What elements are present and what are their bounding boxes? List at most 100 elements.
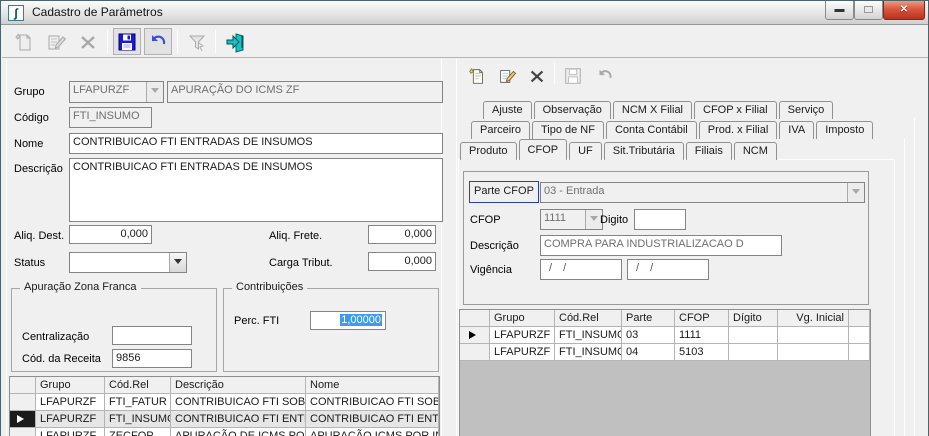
centralizacao-field[interactable] <box>112 326 192 345</box>
cell-vg-inicial[interactable] <box>778 327 849 344</box>
perc-fti-field[interactable]: 1,00000 <box>310 311 386 330</box>
undo-icon <box>152 34 166 44</box>
delete-button[interactable] <box>74 28 102 55</box>
title-bar[interactable]: ∫ Cadastro de Parâmetros ▬ ✕ <box>1 1 928 25</box>
cell-partial[interactable] <box>849 327 870 344</box>
undo-button[interactable] <box>144 28 172 55</box>
cell-digito[interactable] <box>729 344 778 361</box>
tab-prod-x-filial[interactable]: Prod. x Filial <box>698 121 778 139</box>
edit-button[interactable] <box>42 28 70 55</box>
column-header-vg-inicial[interactable]: Vg. Inicial <box>778 310 849 327</box>
cell-grupo[interactable]: LFAPURZF <box>490 327 555 344</box>
cell-cod-rel[interactable]: FTI_FATUR <box>105 394 171 411</box>
chevron-down-icon[interactable] <box>169 253 186 272</box>
column-header-parte[interactable]: Parte <box>622 310 675 327</box>
detail-delete-button[interactable] <box>524 63 550 88</box>
new-button[interactable] <box>10 28 38 55</box>
cell-digito[interactable] <box>729 327 778 344</box>
cell-descricao[interactable]: CONTRIBUICAO FTI ENTR <box>171 411 306 428</box>
column-header-digito[interactable]: Dígito <box>729 310 778 327</box>
tab-tipo-de-nf[interactable]: Tipo de NF <box>531 121 604 139</box>
cell-cfop[interactable]: 5103 <box>675 344 729 361</box>
detail-edit-button[interactable] <box>494 63 520 88</box>
cell-vg-inicial[interactable] <box>778 344 849 361</box>
tab-cfop[interactable]: CFOP <box>518 139 568 160</box>
vigencia-inicio-field[interactable]: / / <box>540 259 622 280</box>
cell-cod-rel[interactable]: FTI_INSUMC <box>555 344 622 361</box>
tab-observacao[interactable]: Observação <box>533 101 611 119</box>
table-row-selected[interactable]: LFAPURZF FTI_INSUMC CONTRIBUICAO FTI ENT… <box>10 411 439 428</box>
column-header-nome[interactable]: Nome <box>306 377 439 394</box>
chevron-down-icon[interactable] <box>847 183 864 202</box>
row-selector-icon <box>460 327 490 344</box>
cfop-combo[interactable]: 1111 <box>540 209 603 230</box>
vigencia-fim-field[interactable]: / / <box>627 259 709 280</box>
nome-field[interactable]: CONTRIBUICAO FTI ENTRADAS DE INSUMOS <box>69 133 443 154</box>
tab-cfop-x-filial[interactable]: CFOP x Filial <box>694 101 777 119</box>
filter-button[interactable] <box>183 28 211 55</box>
cell-nome[interactable]: CONTRIBUICAO FTI ENTR <box>306 411 439 428</box>
chevron-down-icon[interactable] <box>146 82 163 102</box>
maximize-button[interactable] <box>854 1 883 20</box>
table-row-selected[interactable]: LFAPURZF FTI_INSUMC 03 1111 <box>460 327 870 344</box>
exit-button[interactable] <box>221 28 249 55</box>
edit-icon <box>500 69 517 83</box>
tab-parceiro[interactable]: Parceiro <box>471 121 530 139</box>
tab-ncm-x-filial[interactable]: NCM X Filial <box>612 101 693 119</box>
cell-cod-rel[interactable]: FTI_INSUMC <box>105 411 171 428</box>
cell-grupo[interactable]: LFAPURZF <box>490 344 555 361</box>
column-header-descricao[interactable]: Descrição <box>171 377 306 394</box>
cell-grupo[interactable]: LFAPURZF <box>36 394 105 411</box>
cell-partial[interactable] <box>849 344 870 361</box>
cell-grupo[interactable]: LFAPURZF <box>36 428 105 436</box>
column-header-grupo[interactable]: Grupo <box>490 310 555 327</box>
tab-ncm[interactable]: NCM <box>733 142 777 160</box>
detail-descricao-field[interactable]: COMPRA PARA INDUSTRIALIZACAO D <box>540 235 782 256</box>
detail-new-button[interactable] <box>464 63 490 88</box>
status-combo[interactable] <box>69 252 187 273</box>
carga-tribut-field[interactable]: 0,000 <box>368 252 436 271</box>
aliq-frete-field[interactable]: 0,000 <box>368 225 436 244</box>
detail-undo-button[interactable] <box>592 63 618 88</box>
table-row[interactable]: LFAPURZF ZECFOP APURAÇÃO DE ICMS POR APU… <box>10 428 439 436</box>
parte-cfop-label: Parte CFOP <box>469 181 539 203</box>
aliq-dest-field[interactable]: 0,000 <box>69 225 152 244</box>
cell-grupo[interactable]: LFAPURZF <box>36 411 105 428</box>
column-header-grupo[interactable]: Grupo <box>36 377 105 394</box>
cell-cfop[interactable]: 1111 <box>675 327 729 344</box>
tab-produto[interactable]: Produto <box>460 142 517 160</box>
cell-nome[interactable]: APURAÇÃO ICMS POR INC <box>306 428 439 436</box>
tab-filiais[interactable]: Filiais <box>685 142 732 160</box>
minimize-button[interactable]: ▬ <box>825 1 854 20</box>
cell-cod-rel[interactable]: ZECFOP <box>105 428 171 436</box>
digito-field[interactable] <box>634 209 686 230</box>
tab-imposto[interactable]: Imposto <box>816 121 874 139</box>
close-button[interactable]: ✕ <box>883 1 925 20</box>
cell-descricao[interactable]: APURAÇÃO DE ICMS POR <box>171 428 306 436</box>
table-row[interactable]: LFAPURZF FTI_INSUMC 04 5103 <box>460 344 870 361</box>
tab-ajuste[interactable]: Ajuste <box>483 101 532 119</box>
codigo-label: Código <box>14 112 49 124</box>
parte-cfop-combo[interactable]: 03 - Entrada <box>540 182 865 203</box>
column-header-cod-rel[interactable]: Cód.Rel <box>555 310 622 327</box>
tab-conta-contabil[interactable]: Conta Contábil <box>605 121 697 139</box>
cell-parte[interactable]: 04 <box>622 344 675 361</box>
cell-descricao[interactable]: CONTRIBUICAO FTI SOBR <box>171 394 306 411</box>
table-row[interactable]: LFAPURZF FTI_FATUR CONTRIBUICAO FTI SOBR… <box>10 394 439 411</box>
cod-receita-field[interactable]: 9856 <box>112 349 192 368</box>
cell-cod-rel[interactable]: FTI_INSUMC <box>555 327 622 344</box>
detail-save-button[interactable] <box>560 63 586 88</box>
cell-nome[interactable]: CONTRIBUICAO FTI SOBR <box>306 394 439 411</box>
tab-iva[interactable]: IVA <box>779 121 815 139</box>
column-header-cod-rel[interactable]: Cód.Rel <box>105 377 171 394</box>
descricao-textarea[interactable]: CONTRIBUICAO FTI ENTRADAS DE INSUMOS <box>69 158 443 222</box>
grupo-combo[interactable]: LFAPURZF <box>69 81 164 103</box>
tab-uf[interactable]: UF <box>569 142 602 160</box>
grupo-descricao-field[interactable]: APURAÇÃO DO ICMS ZF <box>167 81 443 103</box>
cell-parte[interactable]: 03 <box>622 327 675 344</box>
save-button[interactable] <box>113 28 141 55</box>
tab-servico[interactable]: Serviço <box>778 101 834 119</box>
codigo-field[interactable]: FTI_INSUMO <box>69 107 152 128</box>
column-header-cfop[interactable]: CFOP <box>675 310 729 327</box>
tab-sit-tributaria[interactable]: Sit.Tributária <box>603 142 684 160</box>
